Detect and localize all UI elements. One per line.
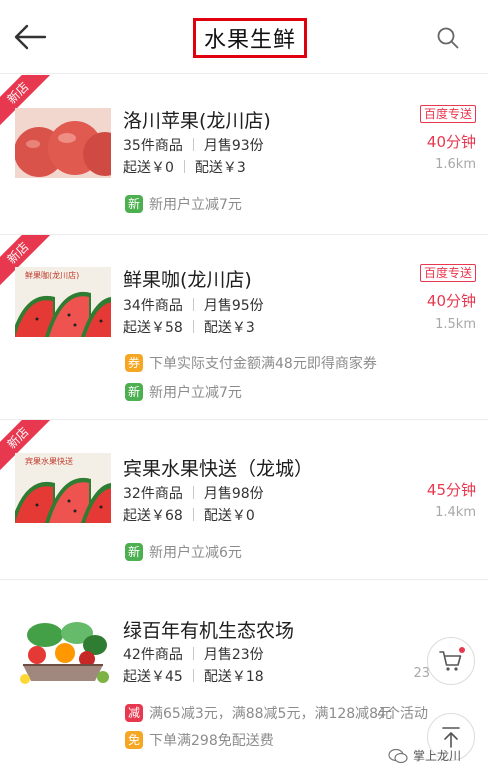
top-bar: 水果生鲜	[0, 0, 488, 74]
min-order: 起送￥0	[123, 160, 174, 176]
promo-text: 下单实际支付金额满48元即得商家券	[149, 356, 377, 372]
promo-new-user: 新 新用户立减6元	[125, 542, 242, 562]
promo-text: 新用户立减7元	[149, 385, 242, 401]
wechat-icon	[388, 748, 408, 763]
promo-coupon: 券 下单实际支付金额满48元即得商家券	[125, 353, 377, 373]
item-count: 35件商品	[123, 138, 183, 154]
monthly-sales: 月售93份	[203, 138, 264, 154]
watermark-text: 掌上龙川	[413, 749, 462, 763]
monthly-sales: 月售95份	[203, 298, 264, 314]
new-user-tag: 新	[125, 383, 143, 401]
delivery-fee: 配送￥0	[203, 508, 255, 524]
free-delivery-tag: 免	[125, 731, 143, 749]
promo-discount: 减 满65减3元，满88减5元，满128减8元	[125, 703, 392, 723]
item-count: 34件商品	[123, 298, 183, 314]
promo-free-delivery: 免 下单满298免配送费	[125, 730, 274, 750]
store-stats: 32件商品 月售98份	[123, 483, 264, 503]
store-card[interactable]: 新店 宾果水果快送 宾果水果快送（龙城） 32件商品 月售98份 起送￥68 配送￥…	[0, 420, 488, 580]
delivery-info: 起送￥58 配送￥3	[123, 317, 255, 337]
store-name: 鲜果咖(龙川店)	[123, 269, 252, 291]
monthly-sales: 月售98份	[203, 486, 264, 502]
min-order: 起送￥45	[123, 669, 183, 685]
item-count: 32件商品	[123, 486, 183, 502]
store-stats: 34件商品 月售95份	[123, 295, 264, 315]
store-card[interactable]: 新店 鲜果咖(龙川店) 鲜果咖(龙川店) 34件商品 月售95份 起送￥58 配送￥…	[0, 235, 488, 420]
delivery-fee: 配送￥3	[194, 160, 246, 176]
store-name: 绿百年有机生态农场	[123, 620, 295, 642]
delivery-badge: 百度专送	[419, 264, 476, 282]
search-button[interactable]	[430, 20, 466, 56]
page-title: 水果生鲜	[193, 18, 308, 58]
watermark: 掌上龙川	[388, 747, 461, 764]
back-button[interactable]	[10, 18, 50, 56]
store-thumbnail-vegetables	[15, 615, 111, 687]
back-to-top-icon	[442, 727, 460, 748]
coupon-tag: 券	[125, 354, 143, 372]
delivery-fee: 配送￥18	[203, 669, 264, 685]
cart-icon	[439, 651, 462, 671]
promo-text: 下单满298免配送费	[149, 733, 274, 749]
min-order: 起送￥68	[123, 508, 183, 524]
min-order: 起送￥58	[123, 320, 183, 336]
promo-text: 新用户立减6元	[149, 545, 242, 561]
store-name: 宾果水果快送（龙城）	[123, 458, 314, 480]
new-user-tag: 新	[125, 195, 143, 213]
cart-badge-dot	[459, 647, 465, 653]
distance: 1.5km	[435, 317, 476, 332]
store-card[interactable]: 绿百年有机生态农场 42件商品 月售23份 起送￥45 配送￥18 23 减 满65…	[0, 580, 488, 775]
new-user-tag: 新	[125, 543, 143, 561]
distance: 1.4km	[435, 505, 476, 520]
store-thumbnail-apples	[15, 108, 111, 178]
delivery-info: 起送￥68 配送￥0	[123, 505, 255, 525]
cart-button[interactable]	[427, 637, 475, 685]
svg-text:宾果水果快送: 宾果水果快送	[25, 456, 73, 466]
delivery-time: 40分钟	[426, 133, 476, 151]
store-stats: 42件商品 月售23份	[123, 644, 264, 664]
discount-tag: 减	[125, 704, 143, 722]
promo-new-user: 新 新用户立减7元	[125, 382, 242, 402]
delivery-info: 起送￥0 配送￥3	[123, 157, 246, 177]
delivery-badge: 百度专送	[419, 105, 476, 123]
store-thumbnail-watermelon: 宾果水果快送	[15, 453, 111, 523]
svg-text:鲜果咖(龙川店): 鲜果咖(龙川店)	[25, 270, 79, 280]
promo-text: 满65减3元，满88减5元，满128减8元	[149, 706, 393, 722]
store-name: 洛川苹果(龙川店)	[123, 110, 271, 132]
promo-new-user: 新 新用户立减7元	[125, 194, 242, 214]
delivery-time: 40分钟	[426, 292, 476, 310]
activity-count-toggle[interactable]: 4个活动	[377, 703, 428, 723]
promo-text: 新用户立减7元	[149, 197, 242, 213]
arrow-left-icon	[14, 24, 47, 50]
delivery-fee: 配送￥3	[203, 320, 255, 336]
monthly-sales: 月售23份	[203, 647, 264, 663]
store-card[interactable]: 新店 洛川苹果(龙川店) 35件商品 月售93份 起送￥0 配送￥3 百度专送 40…	[0, 75, 488, 235]
distance: 1.6km	[435, 157, 476, 172]
item-count: 42件商品	[123, 647, 183, 663]
delivery-info: 起送￥45 配送￥18	[123, 666, 264, 686]
search-icon	[437, 27, 459, 49]
store-stats: 35件商品 月售93份	[123, 135, 264, 155]
store-thumbnail-watermelon: 鲜果咖(龙川店)	[15, 267, 111, 337]
delivery-time: 45分钟	[426, 481, 476, 499]
